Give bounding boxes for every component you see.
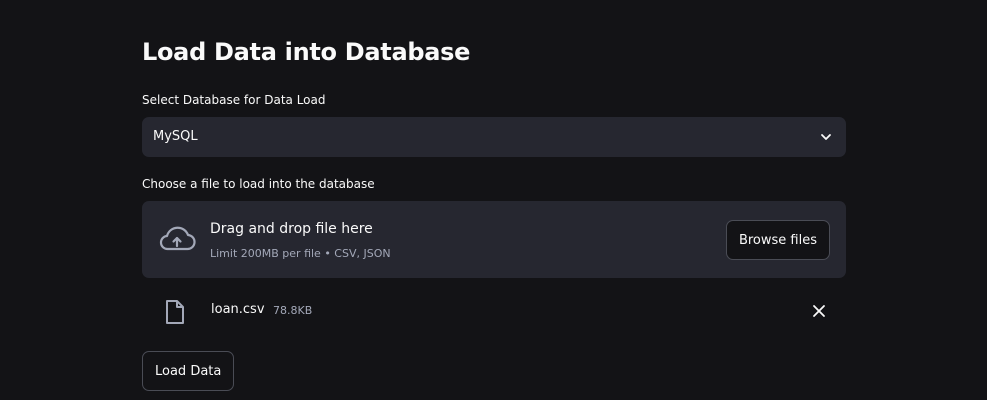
page-title: Load Data into Database bbox=[142, 38, 471, 66]
file-icon bbox=[166, 300, 184, 324]
browse-files-button[interactable]: Browse files bbox=[725, 220, 830, 260]
file-dropzone[interactable]: Drag and drop file here Limit 200MB per … bbox=[142, 201, 846, 278]
database-select[interactable]: MySQL bbox=[142, 117, 846, 157]
chevron-down-icon[interactable] bbox=[818, 129, 834, 145]
dropzone-title: Drag and drop file here bbox=[210, 221, 373, 237]
cloud-upload-icon bbox=[159, 226, 196, 251]
load-data-button[interactable]: Load Data bbox=[142, 351, 235, 391]
file-uploader-label: Choose a file to load into the database bbox=[142, 177, 375, 191]
dropzone-limit-text: Limit 200MB per file • CSV, JSON bbox=[210, 247, 391, 260]
database-select-value: MySQL bbox=[153, 129, 198, 144]
close-icon[interactable] bbox=[811, 303, 827, 319]
uploaded-file-size: 78.8KB bbox=[273, 304, 313, 317]
app-root: Load Data into Database Select Database … bbox=[0, 0, 987, 400]
uploaded-file-name: loan.csv bbox=[211, 302, 265, 317]
uploaded-file-item: loan.csv 78.8KB bbox=[142, 292, 846, 330]
database-select-label: Select Database for Data Load bbox=[142, 93, 326, 107]
